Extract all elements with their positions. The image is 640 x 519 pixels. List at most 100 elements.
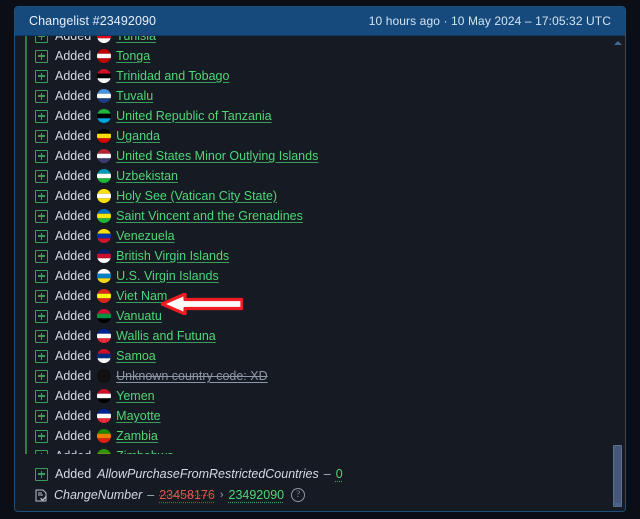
expand-icon[interactable] [35, 109, 48, 123]
panel-header: Changelist #23492090 10 hours ago · 10 M… [15, 7, 625, 36]
change-rows: Added Tunisia Added Tonga Added Trinidad and … [15, 36, 611, 454]
country-name[interactable]: Uganda [116, 129, 160, 143]
list-item[interactable]: Added Tunisia [15, 36, 611, 46]
flag-icon-vu [97, 309, 112, 323]
country-name[interactable]: Tonga [116, 49, 150, 63]
expand-icon[interactable] [35, 149, 48, 163]
list-item[interactable]: Added United States Minor Outlying Island… [15, 146, 611, 166]
country-name[interactable]: Wallis and Futuna [116, 329, 216, 343]
list-item[interactable]: Added Unknown country code: XD [15, 366, 611, 386]
country-name[interactable]: U.S. Virgin Islands [116, 269, 219, 283]
list-item[interactable]: Added Uzbekistan [15, 166, 611, 186]
expand-icon[interactable] [35, 289, 48, 303]
expand-icon[interactable] [35, 467, 48, 481]
expand-icon[interactable] [35, 69, 48, 83]
list-item[interactable]: Added Venezuela [15, 226, 611, 246]
expand-icon[interactable] [35, 49, 48, 63]
country-name[interactable]: Zambia [116, 429, 158, 443]
list-item[interactable]: Added British Virgin Islands [15, 246, 611, 266]
country-name[interactable]: Vanuatu [116, 309, 162, 323]
expand-icon[interactable] [35, 169, 48, 183]
expand-icon[interactable] [35, 429, 48, 443]
list-item[interactable]: ChangeNumber – 23458176 › 23492090 ? [15, 485, 611, 505]
document-check-icon [35, 489, 47, 502]
expand-icon[interactable] [35, 269, 48, 283]
country-name[interactable]: Yemen [116, 389, 154, 403]
country-name[interactable]: Venezuela [116, 229, 174, 243]
country-name[interactable]: Saint Vincent and the Grenadines [116, 209, 303, 223]
list-item[interactable]: Added Saint Vincent and the Grenadines [15, 206, 611, 226]
country-name[interactable]: Uzbekistan [116, 169, 178, 183]
country-name[interactable]: Unknown country code: XD [116, 369, 267, 383]
country-name[interactable]: United Republic of Tanzania [116, 109, 271, 123]
list-item[interactable]: Added United Republic of Tanzania [15, 106, 611, 126]
change-verb: Added [55, 36, 92, 43]
expand-icon[interactable] [35, 369, 48, 383]
flag-icon-uz [97, 169, 112, 183]
list-item[interactable]: Added Tonga [15, 46, 611, 66]
list-item[interactable]: Added Yemen [15, 386, 611, 406]
change-verb: Added [55, 467, 92, 481]
expand-icon[interactable] [35, 89, 48, 103]
change-verb: Added [55, 389, 92, 403]
country-name[interactable]: Holy See (Vatican City State) [116, 189, 277, 203]
property-key: ChangeNumber [54, 488, 143, 502]
expand-icon[interactable] [35, 229, 48, 243]
new-value: 23492090 [228, 488, 285, 502]
change-verb: Added [55, 249, 92, 263]
list-item[interactable]: AddedZimbabwe [15, 446, 611, 454]
expand-icon[interactable] [35, 36, 48, 43]
list-item[interactable]: Added Vanuatu [15, 306, 611, 326]
expand-icon[interactable] [35, 249, 48, 263]
scroll-down-icon[interactable] [611, 498, 625, 511]
expand-icon[interactable] [35, 409, 48, 423]
expand-icon[interactable] [35, 309, 48, 323]
list-item[interactable]: Added U.S. Virgin Islands [15, 266, 611, 286]
country-name[interactable]: Viet Nam [116, 289, 167, 303]
flag-icon-ve [97, 229, 112, 243]
list-item[interactable]: Added Uganda [15, 126, 611, 146]
expand-icon[interactable] [35, 389, 48, 403]
list-item[interactable]: Added Mayotte [15, 406, 611, 426]
list-item[interactable]: Added Zambia [15, 426, 611, 446]
flag-icon-vi [97, 269, 112, 283]
country-name[interactable]: Mayotte [116, 409, 160, 423]
flag-icon-wf [97, 329, 112, 343]
country-name[interactable]: Trinidad and Tobago [116, 69, 229, 83]
changelist-timestamp: 10 hours ago · 10 May 2024 – 17:05:32 UT… [368, 14, 611, 28]
country-name[interactable]: United States Minor Outlying Islands [116, 149, 318, 163]
flag-icon-tt [97, 69, 112, 83]
flag-icon-to [97, 49, 112, 63]
change-verb: Added [55, 189, 92, 203]
flag-icon-yt [97, 409, 112, 423]
list-item[interactable]: Added Tuvalu [15, 86, 611, 106]
value-change-separator: › [219, 489, 224, 501]
expand-icon[interactable] [35, 129, 48, 143]
flag-icon-tz [97, 109, 112, 123]
vertical-scrollbar[interactable] [611, 36, 625, 511]
country-name[interactable]: Tuvalu [116, 89, 153, 103]
flag-icon-va [97, 189, 112, 203]
expand-icon[interactable] [35, 189, 48, 203]
flag-icon-zm [97, 429, 112, 443]
list-item[interactable]: Added Samoa [15, 346, 611, 366]
list-item[interactable]: Added Viet Nam [15, 286, 611, 306]
list-item[interactable]: Added Wallis and Futuna [15, 326, 611, 346]
flag-icon-ug [97, 129, 112, 143]
change-verb: Added [55, 109, 92, 123]
flag-icon-um [97, 149, 112, 163]
change-verb: Added [55, 129, 92, 143]
expand-icon[interactable] [35, 209, 48, 223]
expand-icon[interactable] [35, 329, 48, 343]
country-name[interactable]: Samoa [116, 349, 156, 363]
list-item[interactable]: Added AllowPurchaseFromRestrictedCountri… [15, 464, 611, 484]
scroll-body: Added Tunisia Added Tonga Added Trinidad and … [15, 36, 625, 511]
expand-icon[interactable] [35, 349, 48, 363]
country-name[interactable]: British Virgin Islands [116, 249, 229, 263]
info-icon[interactable]: ? [291, 488, 306, 502]
country-name[interactable]: Tunisia [116, 36, 156, 43]
list-item[interactable]: Added Trinidad and Tobago [15, 66, 611, 86]
list-item[interactable]: Added Holy See (Vatican City State) [15, 186, 611, 206]
scroll-up-icon[interactable] [611, 36, 625, 49]
change-verb: Added [55, 89, 92, 103]
